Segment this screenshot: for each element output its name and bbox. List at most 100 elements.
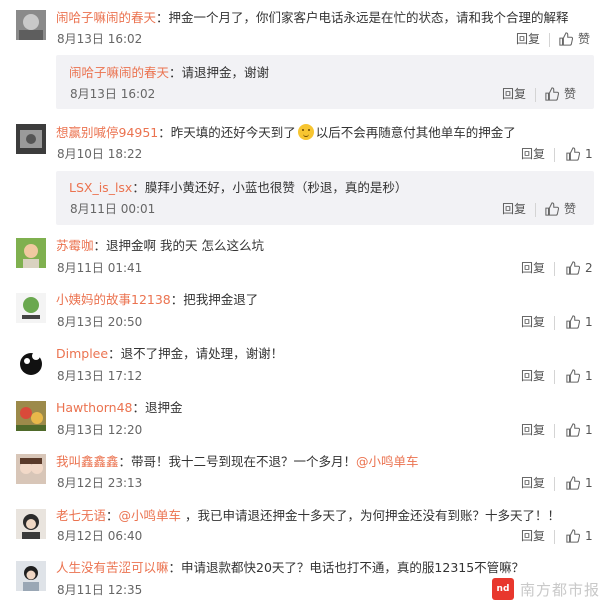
reply-body: ：膜拜小黄还好，小蓝也很赞（秒退，真的是秒）	[132, 180, 408, 195]
comment-text: 苏霉咖：退押金啊 我的天 怎么这么坑	[56, 238, 264, 254]
divider	[554, 424, 555, 438]
username-link[interactable]: Dimplee	[56, 346, 108, 361]
comment-item: 想赢别喊停94951：昨天填的还好今天到了 以后不会再随意付其他单车的押金了 8月…	[0, 118, 606, 230]
divider	[554, 148, 555, 162]
like-count: 1	[585, 369, 593, 383]
username-link[interactable]: LSX_is_lsx	[69, 180, 132, 195]
comment-body-cont: ，我已申请退还押金十多天了，为何押金还没有到账？十多天了！！	[181, 508, 561, 523]
reply-text: 闹哈子嘛闹的春天：请退押金，谢谢	[69, 65, 269, 81]
reply-date: 8月11日 00:01	[70, 202, 156, 216]
comment-date: 8月11日 12:35	[57, 583, 143, 597]
comment-text: 闹哈子嘛闹的春天：押金一个月了，你们家客户电话永远是在忙的状态，请和我个合理的解…	[56, 10, 569, 26]
comment-date: 8月13日 20:50	[57, 315, 143, 329]
comment-item: 小姨妈的故事12138：把我押金退了 8月13日 20:50 回复 1	[0, 284, 606, 338]
like-button[interactable]: 1	[566, 528, 593, 544]
like-button[interactable]: 1	[566, 422, 593, 438]
reply-button[interactable]: 回复	[521, 422, 545, 438]
comment-text: 老七无语：@小鸣单车 ，我已申请退还押金十多天了，为何押金还没有到账？十多天了！…	[56, 508, 560, 524]
like-count: 1	[585, 529, 593, 543]
comment-body: ：申请退款都快20天了？电话也打不通，真的服12315不管嘛？	[168, 560, 525, 575]
comment-item: Dimplee：退不了押金，请处理，谢谢！ 8月13日 17:12 回复 1	[0, 338, 606, 392]
comment-date: 8月11日 01:41	[57, 261, 143, 275]
comment-date: 8月10日 18:22	[57, 147, 143, 161]
reply-button[interactable]: 回复	[516, 31, 540, 47]
thumbs-up-icon	[545, 202, 559, 216]
reply-button[interactable]: 回复	[521, 314, 545, 330]
avatar[interactable]	[16, 348, 46, 378]
divider	[554, 370, 555, 384]
thumbs-up-icon	[566, 261, 580, 275]
username-link[interactable]: 小姨妈的故事12138	[56, 292, 171, 307]
reply-button[interactable]: 回复	[521, 260, 545, 276]
thumbs-up-icon	[566, 529, 580, 543]
username-link[interactable]: 苏霉咖	[56, 238, 94, 253]
comment-date: 8月13日 12:20	[57, 423, 143, 437]
avatar[interactable]	[16, 509, 46, 539]
reply-item: LSX_is_lsx：膜拜小黄还好，小蓝也很赞（秒退，真的是秒） 8月11日 0…	[56, 171, 594, 225]
reply-button[interactable]: 回复	[521, 528, 545, 544]
mention-link[interactable]: @小鸣单车	[356, 454, 419, 469]
reply-button[interactable]: 回复	[521, 368, 545, 384]
divider	[554, 530, 555, 544]
like-count: 1	[585, 315, 593, 329]
reply-button[interactable]: 回复	[521, 475, 545, 491]
comment-item: 苏霉咖：退押金啊 我的天 怎么这么坑 8月11日 01:41 回复 2	[0, 230, 606, 284]
thinking-emoji-icon	[297, 124, 314, 140]
reply-date: 8月13日 16:02	[70, 87, 156, 101]
divider	[535, 203, 536, 217]
like-button[interactable]: 赞	[559, 31, 590, 47]
comment-item: 我叫鑫鑫鑫：带哥！我十二号到现在不退？一个多月！@小鸣单车 8月12日 23:1…	[0, 446, 606, 500]
comment-body: ：	[106, 508, 119, 523]
comment-body: ：退不了押金，请处理，谢谢！	[108, 346, 284, 361]
avatar[interactable]	[16, 561, 46, 591]
avatar[interactable]	[16, 10, 46, 40]
thumbs-up-icon	[566, 423, 580, 437]
username-link[interactable]: 我叫鑫鑫鑫	[56, 454, 119, 469]
like-button[interactable]: 1	[566, 146, 593, 162]
comment-text: 小姨妈的故事12138：把我押金退了	[56, 292, 258, 308]
newspaper-logo-icon: nd	[491, 578, 514, 600]
comment-date: 8月12日 06:40	[57, 529, 143, 543]
avatar[interactable]	[16, 124, 46, 154]
watermark: nd 南方都市报	[491, 578, 600, 600]
reply-button[interactable]: 回复	[502, 86, 526, 102]
like-button[interactable]: 2	[566, 260, 593, 276]
comment-text: Hawthorn48：退押金	[56, 400, 183, 416]
comment-date: 8月13日 16:02	[57, 32, 143, 46]
comment-body: ：把我押金退了	[170, 292, 259, 307]
username-link[interactable]: 闹哈子嘛闹的春天	[56, 10, 156, 25]
comment-body: ：带哥！我十二号到现在不退？一个多月！	[118, 454, 357, 469]
reply-button[interactable]: 回复	[502, 201, 526, 217]
like-count: 1	[585, 423, 593, 437]
like-button[interactable]: 赞	[545, 201, 576, 217]
avatar[interactable]	[16, 401, 46, 431]
username-link[interactable]: 闹哈子嘛闹的春天	[69, 65, 169, 80]
like-count: 赞	[564, 202, 577, 216]
like-button[interactable]: 1	[566, 368, 593, 384]
like-button[interactable]: 赞	[545, 86, 576, 102]
thumbs-up-icon	[566, 147, 580, 161]
comment-text: 我叫鑫鑫鑫：带哥！我十二号到现在不退？一个多月！@小鸣单车	[56, 454, 419, 470]
like-button[interactable]: 1	[566, 475, 593, 491]
username-link[interactable]: 想赢别喊停94951	[56, 125, 158, 140]
comment-date: 8月12日 23:13	[57, 476, 143, 490]
username-link[interactable]: 老七无语	[56, 508, 106, 523]
comment-date: 8月13日 17:12	[57, 369, 143, 383]
divider	[554, 316, 555, 330]
divider	[549, 33, 550, 47]
comment-text: 人生没有苦涩可以嘛：申请退款都快20天了？电话也打不通，真的服12315不管嘛？	[56, 560, 524, 576]
username-link[interactable]: 人生没有苦涩可以嘛	[56, 560, 169, 575]
comment-item: 闹哈子嘛闹的春天：押金一个月了，你们家客户电话永远是在忙的状态，请和我个合理的解…	[0, 0, 606, 118]
avatar[interactable]	[16, 293, 46, 323]
mention-link[interactable]: @小鸣单车	[119, 508, 182, 523]
watermark-text: 南方都市报	[519, 580, 600, 599]
reply-item: 闹哈子嘛闹的春天：请退押金，谢谢 8月13日 16:02 回复 赞	[56, 55, 594, 109]
avatar[interactable]	[16, 454, 46, 484]
like-button[interactable]: 1	[566, 314, 593, 330]
reply-body: ：请退押金，谢谢	[169, 65, 270, 80]
like-count: 1	[585, 476, 593, 490]
avatar[interactable]	[16, 238, 46, 268]
reply-button[interactable]: 回复	[521, 146, 545, 162]
username-link[interactable]: Hawthorn48	[56, 400, 133, 415]
divider	[554, 477, 555, 491]
